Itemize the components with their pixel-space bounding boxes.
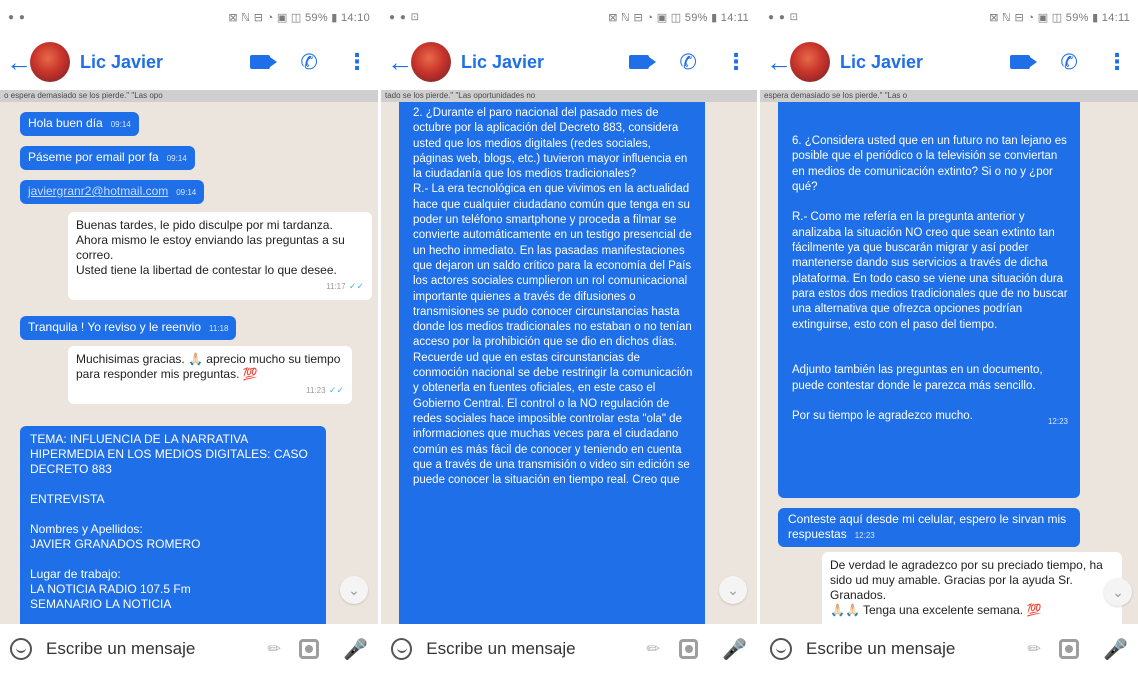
microphone-icon[interactable]: 🎤 — [722, 637, 747, 662]
scroll-down-button[interactable]: ⌄ — [340, 576, 368, 604]
chat-screen-1: ● ● ⊠ ℕ ⊟ ◔ ▣ ◫ 59% ▮ 14:10 ← Lic Javier… — [0, 0, 378, 674]
camera-icon[interactable] — [1059, 639, 1080, 659]
message-time: 11:18 — [209, 324, 229, 333]
message-time: 12:23 — [1047, 416, 1068, 426]
message-bubble-outgoing[interactable]: Tranquila ! Yo reviso y le reenvio 11:18 — [20, 316, 237, 340]
microphone-icon[interactable]: 🎤 — [343, 637, 368, 662]
message-text: Conteste aquí desde mi celular, espero l… — [788, 512, 1067, 541]
message-time: 11:23 — [306, 386, 326, 395]
message-bubble-incoming[interactable]: Buenas tardes, le pido disculpe por mi t… — [68, 212, 372, 300]
contact-avatar[interactable] — [411, 42, 451, 82]
message-bubble-outgoing[interactable]: TEMA: INFLUENCIA DE LA NARRATIVA HIPERME… — [20, 426, 326, 624]
status-system-info: ⊠ ℕ ⊟ ◔ ▣ ◫ 59% ▮ 14:11 — [989, 11, 1130, 24]
pinned-message-banner[interactable]: tado se los pierde." "Las oportunidades … — [381, 90, 757, 102]
phone-call-icon[interactable]: ✆ — [679, 50, 697, 75]
status-notification-icons: ● ● ⊡ — [768, 11, 800, 23]
more-options-icon[interactable]: ⋮ — [725, 49, 747, 75]
video-call-icon[interactable] — [250, 55, 278, 69]
message-text: Páseme por email por fa — [28, 150, 159, 164]
status-notification-icons: ● ● ⊡ — [389, 11, 421, 23]
status-bar: ● ● ⊡ ⊠ ℕ ⊟ ◔ ▣ ◫ 59% ▮ 14:11 — [381, 0, 757, 34]
contact-avatar[interactable] — [30, 42, 70, 82]
emoji-icon[interactable] — [770, 638, 792, 660]
message-list[interactable]: o espera demasiado se los pierde." "Las … — [0, 90, 378, 624]
message-input[interactable] — [426, 639, 648, 659]
microphone-icon[interactable]: 🎤 — [1103, 637, 1128, 662]
back-arrow-icon[interactable]: ← — [6, 49, 32, 75]
video-call-icon[interactable] — [1010, 55, 1038, 69]
pinned-message-banner[interactable]: espera demasiado se los pierde." "Las o — [760, 90, 1138, 102]
message-text: Hola buen día — [28, 116, 103, 130]
read-receipt-icon: ✓✓ — [348, 281, 364, 291]
camera-icon[interactable] — [678, 639, 699, 659]
status-system-info: ⊠ ℕ ⊟ ◔ ▣ ◫ 59% ▮ 14:10 — [228, 11, 370, 24]
video-call-icon[interactable] — [629, 55, 657, 69]
message-time: 12:23 — [854, 531, 875, 540]
message-bubble-outgoing[interactable]: Conteste aquí desde mi celular, espero l… — [778, 508, 1080, 547]
chat-screen-2: ● ● ⊡ ⊠ ℕ ⊟ ◔ ▣ ◫ 59% ▮ 14:11 ← Lic Javi… — [381, 0, 757, 674]
composer-bar: ✎ 🎤 — [381, 624, 757, 674]
message-bubble-outgoing[interactable]: javiergranr2@hotmail.com 09:14 — [20, 180, 205, 204]
message-bubble-outgoing[interactable]: Hola buen día 09:14 — [20, 112, 139, 136]
chat-header: ← Lic Javier ✆ ⋮ — [760, 34, 1138, 90]
chat-header: ← Lic Javier ✆ ⋮ — [0, 34, 378, 90]
emoji-icon[interactable] — [10, 638, 32, 660]
message-list[interactable]: 2. ¿Durante el paro nacional del pasado … — [381, 90, 757, 624]
message-time: 11:17 — [326, 282, 346, 291]
status-notification-icons: ● ● — [8, 11, 26, 23]
scroll-down-button[interactable]: ⌄ — [1104, 578, 1132, 606]
chat-screen-3: ● ● ⊡ ⊠ ℕ ⊟ ◔ ▣ ◫ 59% ▮ 14:11 ← Lic Javi… — [760, 0, 1138, 674]
email-link[interactable]: javiergranr2@hotmail.com — [28, 184, 168, 198]
contact-name[interactable]: Lic Javier — [461, 52, 629, 73]
back-arrow-icon[interactable]: ← — [766, 49, 792, 75]
message-text: 6. ¿Considera usted que en un futuro no … — [792, 135, 1068, 423]
message-text: De verdad le agradezco por su preciado t… — [830, 558, 1103, 617]
back-arrow-icon[interactable]: ← — [387, 49, 413, 75]
message-input[interactable] — [806, 639, 1028, 659]
scroll-down-button[interactable]: ⌄ — [719, 576, 747, 604]
message-time: 09:14 — [176, 188, 197, 197]
more-options-icon[interactable]: ⋮ — [1106, 49, 1128, 75]
composer-bar: ✎ 🎤 — [0, 624, 378, 674]
message-input[interactable] — [46, 639, 268, 659]
message-bubble-incoming[interactable]: Muchisimas gracias. 🙏🏻 aprecio mucho su … — [68, 346, 352, 404]
message-bubble-incoming[interactable]: De verdad le agradezco por su preciado t… — [822, 552, 1122, 624]
composer-bar: ✎ 🎤 — [760, 624, 1138, 674]
message-text: Tranquila ! Yo reviso y le reenvio — [28, 320, 201, 334]
message-text: Muchisimas gracias. 🙏🏻 aprecio mucho su … — [76, 352, 341, 381]
emoji-icon[interactable] — [391, 638, 413, 660]
status-bar: ● ● ⊠ ℕ ⊟ ◔ ▣ ◫ 59% ▮ 14:10 — [0, 0, 378, 34]
message-text: TEMA: INFLUENCIA DE LA NARRATIVA HIPERME… — [30, 432, 308, 611]
status-system-info: ⊠ ℕ ⊟ ◔ ▣ ◫ 59% ▮ 14:11 — [608, 11, 749, 24]
contact-avatar[interactable] — [790, 42, 830, 82]
message-bubble-outgoing[interactable]: 6. ¿Considera usted que en un futuro no … — [778, 90, 1080, 498]
status-bar: ● ● ⊡ ⊠ ℕ ⊟ ◔ ▣ ◫ 59% ▮ 14:11 — [760, 0, 1138, 34]
message-bubble-outgoing[interactable]: Páseme por email por fa 09:14 — [20, 146, 195, 170]
read-receipt-icon: ✓✓ — [328, 385, 344, 395]
camera-icon[interactable] — [299, 639, 320, 659]
message-time: 09:14 — [110, 120, 131, 129]
contact-name[interactable]: Lic Javier — [840, 52, 1010, 73]
pinned-message-banner[interactable]: o espera demasiado se los pierde." "Las … — [0, 90, 378, 102]
message-time: 09:14 — [166, 154, 187, 163]
phone-call-icon[interactable]: ✆ — [300, 50, 318, 75]
more-options-icon[interactable]: ⋮ — [346, 49, 368, 75]
message-bubble-outgoing[interactable]: 2. ¿Durante el paro nacional del pasado … — [399, 90, 705, 624]
message-text: Buenas tardes, le pido disculpe por mi t… — [76, 218, 345, 277]
contact-name[interactable]: Lic Javier — [80, 52, 250, 73]
message-list[interactable]: 6. ¿Considera usted que en un futuro no … — [760, 90, 1138, 624]
chat-header: ← Lic Javier ✆ ⋮ — [381, 34, 757, 90]
phone-call-icon[interactable]: ✆ — [1060, 50, 1078, 75]
message-text: 2. ¿Durante el paro nacional del pasado … — [413, 107, 693, 487]
